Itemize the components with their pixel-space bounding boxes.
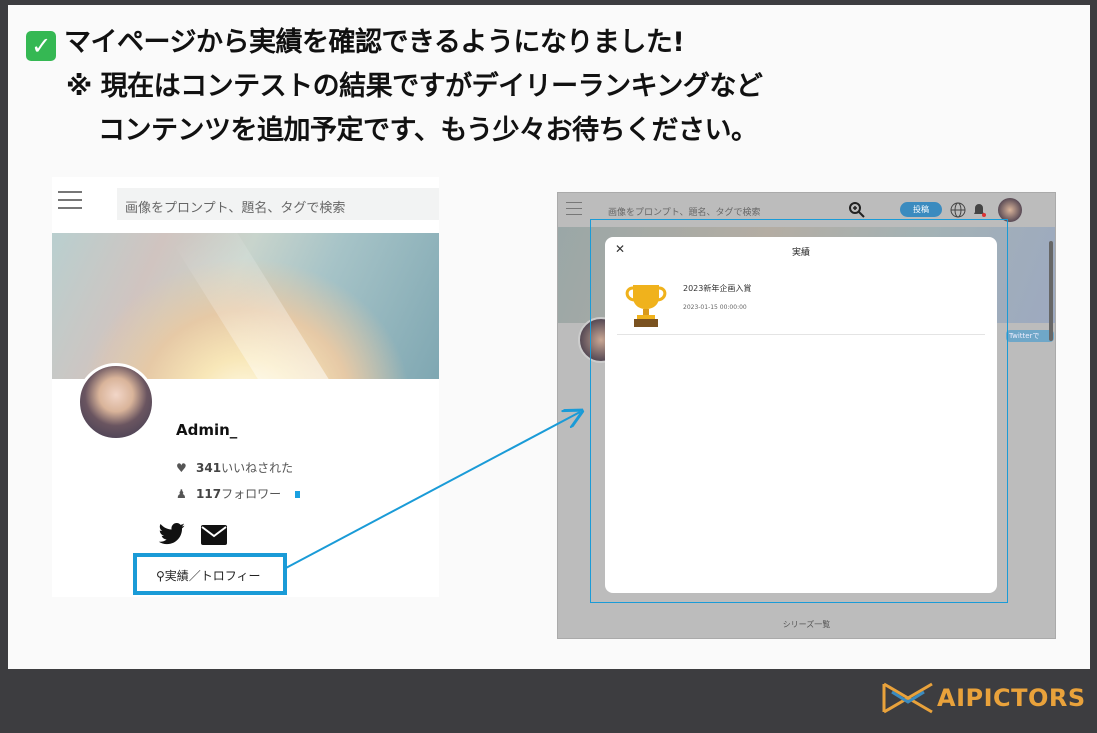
- slide: ✓ マイページから実績を確認できるようになりました! ※ 現在はコンテストの結果で…: [8, 5, 1090, 669]
- brand-name: AIPICTORS: [937, 684, 1086, 712]
- aipictors-logo-icon: [882, 682, 933, 714]
- connector-arrow: [283, 5, 1090, 570]
